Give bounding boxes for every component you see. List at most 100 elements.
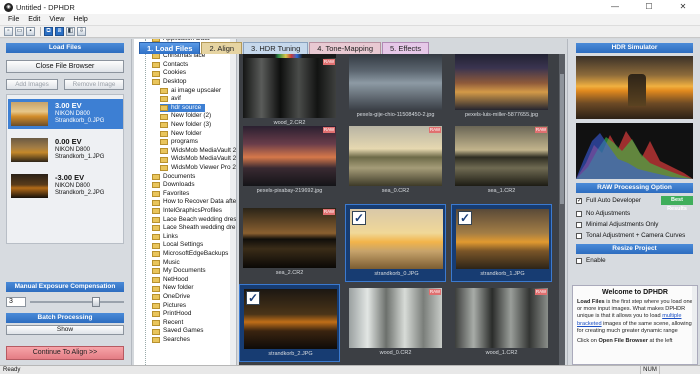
- thumbnail-caption: pexels-luis-miller-5877655.jpg: [464, 112, 539, 118]
- tree-folder-item[interactable]: Music: [152, 259, 180, 268]
- tree-folder-item[interactable]: My Documents: [152, 267, 206, 276]
- tab-align[interactable]: 2. Align: [201, 42, 243, 54]
- align-step-icon[interactable]: ⧈: [55, 27, 64, 36]
- thumbnail-item[interactable]: RAW sea_0.CR2: [345, 122, 446, 200]
- menu-file[interactable]: File: [8, 16, 19, 23]
- welcome-text-part: at the left: [647, 338, 673, 345]
- save-icon[interactable]: ▪: [26, 27, 35, 36]
- tree-folder-item[interactable]: Documents: [152, 173, 195, 182]
- tree-folder-item[interactable]: New folder (3): [160, 121, 211, 130]
- close-file-browser-button[interactable]: Close File Browser: [6, 60, 124, 73]
- tree-folder-item[interactable]: New folder: [160, 130, 202, 139]
- folder-icon: [152, 337, 160, 344]
- tree-folder-item[interactable]: OneDrive: [152, 293, 190, 302]
- folder-icon: [152, 199, 160, 206]
- tree-folder-item[interactable]: How to Recover Data afte: [152, 198, 236, 207]
- hdr-simulator-header: HDR Simulator: [576, 43, 693, 53]
- tree-folder-item[interactable]: ai image upscaler: [160, 87, 221, 96]
- tree-folder-item[interactable]: programs: [160, 138, 198, 147]
- thumbnail-item[interactable]: RAW sea_1.CR2: [451, 122, 552, 200]
- tree-folder-item[interactable]: WidsMob MediaVault 2: [160, 155, 236, 164]
- tree-folder-item[interactable]: IntelGraphicsProfiles: [152, 207, 222, 216]
- thumbnail-item[interactable]: ✓ strandkorb_0.JPG: [345, 204, 446, 282]
- tree-folder-item[interactable]: avif: [160, 95, 181, 104]
- add-images-button[interactable]: Add Images: [6, 79, 58, 90]
- thumbnail-item[interactable]: RAW sea_2.CR2: [239, 204, 340, 282]
- tab-hdr-tuning[interactable]: 3. HDR Tuning: [243, 42, 309, 54]
- checkbox-checked-icon[interactable]: ✓: [246, 291, 260, 305]
- open-folder-icon[interactable]: ▭: [15, 27, 24, 36]
- checkbox-icon[interactable]: [576, 232, 582, 239]
- full-auto-option[interactable]: ✓ Full Auto Developer: [576, 197, 641, 204]
- thumbnail-item[interactable]: RAW pexels-pixabay-219692.jpg: [239, 122, 340, 200]
- tab-load-files[interactable]: 1. Load Files: [139, 42, 201, 54]
- thumbnail-item[interactable]: pexels-gije-chio-11508450-2.jpg: [345, 54, 446, 124]
- maximize-button[interactable]: ☐: [632, 0, 666, 14]
- checkbox-checked-icon[interactable]: ✓: [352, 211, 366, 225]
- continue-to-align-button[interactable]: Continue To Align >>: [6, 346, 124, 360]
- tree-folder-item[interactable]: Lace Beach wedding dres: [152, 216, 236, 225]
- thumbnail-image: [455, 126, 548, 186]
- resize-enable-option[interactable]: Enable: [576, 257, 606, 264]
- list-item[interactable]: 0.00 EV NIKON D800 Strandkorb_1.JPG: [8, 135, 123, 165]
- tree-folder-item[interactable]: Downloads: [152, 181, 195, 190]
- exposure-slider-track[interactable]: [30, 301, 124, 303]
- grid-scrollbar[interactable]: [559, 54, 565, 365]
- menu-edit[interactable]: Edit: [28, 16, 40, 23]
- tree-folder-item[interactable]: Recent: [152, 319, 183, 328]
- tree-folder-item[interactable]: New folder (2): [160, 112, 211, 121]
- tree-folder-item[interactable]: Cookies: [152, 69, 186, 78]
- thumbnail-item[interactable]: RAW wood_0.CR2: [345, 284, 446, 362]
- tree-folder-item[interactable]: Saved Games: [152, 327, 204, 336]
- checkbox-icon[interactable]: [576, 221, 582, 228]
- exposure-input[interactable]: 3: [6, 297, 26, 307]
- menu-help[interactable]: Help: [73, 16, 87, 23]
- welcome-scrollbar[interactable]: [692, 286, 697, 364]
- checkbox-checked-icon[interactable]: ✓: [458, 211, 472, 225]
- tree-folder-item[interactable]: Links: [152, 233, 178, 242]
- thumbnail-item[interactable]: RAW wood_1.CR2: [451, 284, 552, 362]
- thumbnail-item[interactable]: RAW wood_2.CR2: [239, 54, 340, 132]
- remove-image-button[interactable]: Remove Image: [64, 79, 124, 90]
- list-item[interactable]: -3.00 EV NIKON D800 Strandkorb_2.JPG: [8, 171, 123, 201]
- menu-view[interactable]: View: [49, 16, 64, 23]
- tonal-adjustment-option[interactable]: Tonal Adjustment + Camera Curves: [576, 232, 685, 239]
- tree-folder-item[interactable]: WidsMob MediaVault 2: [160, 147, 236, 156]
- no-adjustments-option[interactable]: No Adjustments: [576, 210, 630, 217]
- checkbox-icon[interactable]: [576, 257, 582, 264]
- checkbox-checked-icon[interactable]: ✓: [576, 197, 582, 204]
- tab-tone-mapping[interactable]: 4. Tone-Mapping: [309, 42, 381, 54]
- export-icon[interactable]: ⇩: [77, 27, 86, 36]
- tree-folder-item[interactable]: Local Settings: [152, 241, 203, 250]
- minimize-button[interactable]: —: [598, 0, 632, 14]
- exposure-slider-handle[interactable]: [92, 297, 100, 307]
- tree-folder-item[interactable]: WidsMob Viewer Pro 2: [160, 164, 236, 173]
- thumbnail-item[interactable]: ✓ strandkorb_1.JPG: [451, 204, 552, 282]
- tree-folder-item[interactable]: Desktop: [152, 78, 186, 87]
- tree-folder-item[interactable]: PrintHood: [152, 310, 191, 319]
- list-item[interactable]: 3.00 EV NIKON D800 Strandkorb_0.JPG: [8, 99, 123, 129]
- grid-scroll-thumb[interactable]: [560, 74, 564, 204]
- tree-folder-item[interactable]: Searches: [152, 336, 190, 345]
- new-file-icon[interactable]: ▫: [4, 27, 13, 36]
- tree-folder-item[interactable]: hdr source: [160, 103, 206, 113]
- image-thumbnail: [11, 174, 48, 198]
- tree-folder-item[interactable]: Lace Sheath wedding dre: [152, 224, 235, 233]
- folder-label: MicrosoftEdgeBackups: [163, 250, 229, 257]
- tree-folder-item[interactable]: Favorites: [152, 190, 189, 199]
- hdr-step-icon[interactable]: ◧: [66, 27, 75, 36]
- tree-folder-item[interactable]: MicrosoftEdgeBackups: [152, 250, 228, 259]
- show-batch-button[interactable]: Show: [6, 325, 124, 335]
- load-files-step-icon[interactable]: ⧉: [44, 27, 53, 36]
- thumbnail-image: [243, 126, 336, 186]
- close-button[interactable]: ✕: [666, 0, 700, 14]
- minimal-adjustments-option[interactable]: Minimal Adjustments Only: [576, 221, 658, 228]
- tab-effects[interactable]: 5. Effects: [381, 42, 430, 54]
- thumbnail-item[interactable]: pexels-luis-miller-5877655.jpg: [451, 54, 552, 124]
- checkbox-icon[interactable]: [576, 210, 582, 217]
- tree-folder-item[interactable]: Pictures: [152, 302, 186, 311]
- tree-folder-item[interactable]: New folder: [152, 284, 194, 293]
- tree-folder-item[interactable]: NetHood: [152, 276, 188, 285]
- tree-folder-item[interactable]: Contacts: [152, 61, 188, 70]
- thumbnail-item[interactable]: ✓ strandkorb_2.JPG: [239, 284, 340, 362]
